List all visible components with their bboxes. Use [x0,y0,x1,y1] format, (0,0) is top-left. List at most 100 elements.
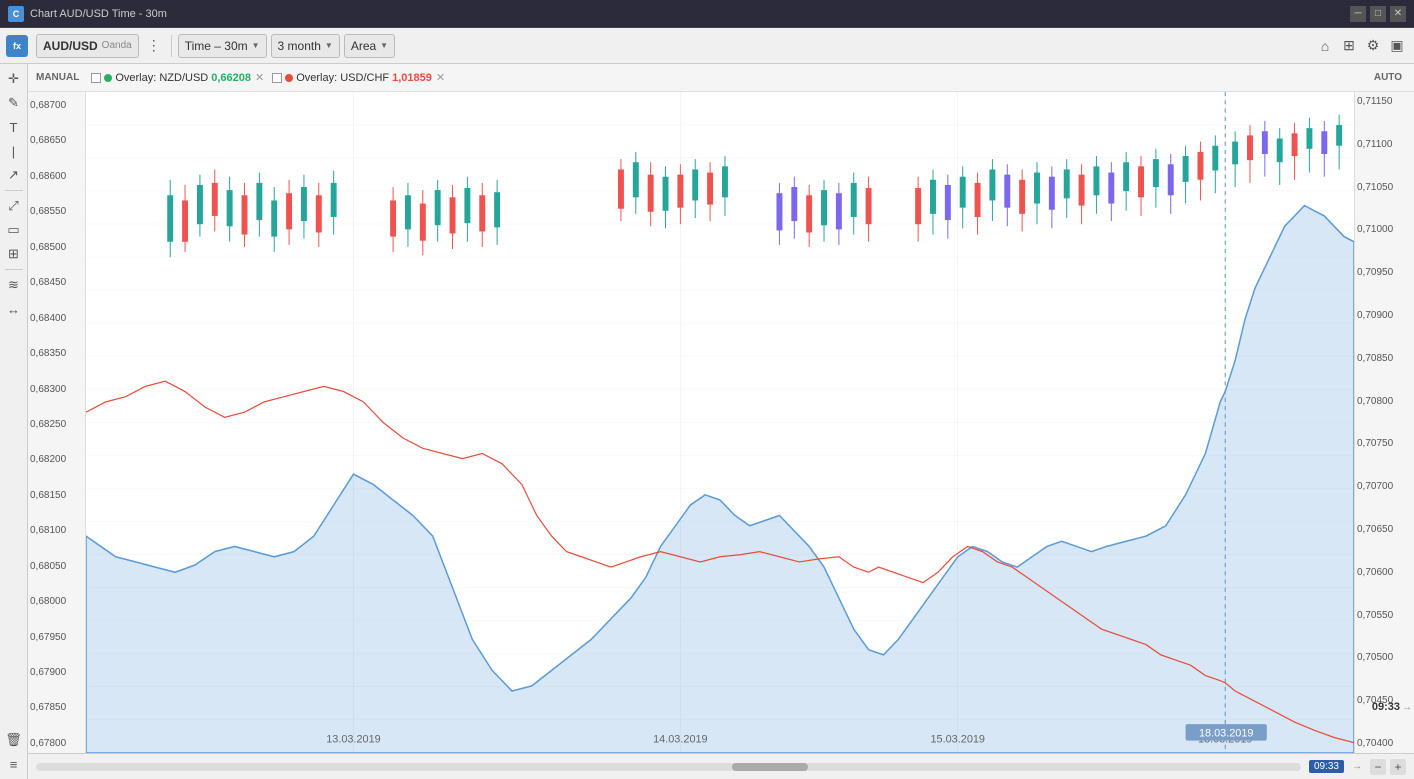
crosshair-arrow: → [1402,702,1412,713]
right-y-label: 0,70500 [1357,652,1412,663]
overlay-nzdusd[interactable]: Overlay: NZD/USD 0,66208 ✕ [91,71,264,84]
period-arrow: ▼ [325,41,333,50]
sidebar-separator-2 [5,269,23,270]
chart-svg: 13.03.2019 14.03.2019 15.03.2019 18.03.2… [86,92,1354,753]
fibonacci-tool[interactable]: ≋ [3,274,25,296]
window-controls: ─ □ ✕ [1350,6,1406,22]
y-label: 0,67950 [30,632,83,643]
pen-tool[interactable]: ✎ [3,92,25,114]
y-label: 0,68600 [30,171,83,182]
overlay-name-nzdusd: Overlay: NZD/USD [115,72,208,84]
y-label: 0,68650 [30,135,83,146]
right-y-label: 0,70600 [1357,567,1412,578]
overlay-value-nzdusd: 0,66208 [211,72,251,84]
timeframe-arrow: ▼ [252,41,260,50]
y-label: 0,67900 [30,667,83,678]
overlay-close-nzdusd[interactable]: ✕ [255,71,264,84]
y-label: 0,68100 [30,525,83,536]
x-label-highlighted: 18.03.2019 [1199,727,1254,739]
y-label: 0,68350 [30,348,83,359]
x-label-1: 13.03.2019 [326,733,381,745]
chart-area[interactable]: 13.03.2019 14.03.2019 15.03.2019 18.03.2… [86,92,1354,753]
y-label: 0,68500 [30,242,83,253]
toolbar-separator-1 [171,35,172,57]
period-dropdown[interactable]: 3 month ▼ [271,34,340,58]
chart-type-dropdown[interactable]: Area ▼ [344,34,395,58]
right-y-label: 0,71000 [1357,224,1412,235]
rectangle-tool[interactable]: ▭ [3,219,25,241]
sidebar-separator [5,190,23,191]
symbol-selector[interactable]: AUD/USD Oanda [36,34,139,58]
y-label: 0,68250 [30,419,83,430]
period-label: 3 month [278,39,321,53]
text-tool[interactable]: T [3,116,25,138]
settings-button[interactable]: ⚙ [1362,35,1384,57]
overlay-usdchf[interactable]: Overlay: USD/CHF 1,01859 ✕ [272,71,445,84]
overlay-name-usdchf: Overlay: USD/CHF [296,72,389,84]
overlay-checkbox-nzdusd[interactable] [91,73,101,83]
overlay-checkbox-usdchf[interactable] [272,73,282,83]
left-sidebar: ✛ ✎ T | ↗ ⤢ ▭ ⊞ ≋ ↔ 🗑 ≡ [0,64,28,779]
app-icon: C [8,6,24,22]
y-label: 0,68050 [30,561,83,572]
y-label: 0,67850 [30,702,83,713]
panel-button[interactable]: ▣ [1386,35,1408,57]
more-tools[interactable]: ≡ [3,753,25,775]
vertical-line-tool[interactable]: | [3,140,25,162]
current-time-display: 09:33 → [1372,701,1412,713]
right-y-label: 0,71150 [1357,96,1412,107]
overlay-dot-usdchf [285,74,293,82]
right-y-label: 0,70700 [1357,481,1412,492]
scroll-thumb[interactable] [732,763,808,771]
layout-button[interactable]: ⊞ [1338,35,1360,57]
zoom-in-button[interactable]: + [1390,759,1406,775]
symbol-text: AUD/USD [43,39,98,53]
overlay-close-usdchf[interactable]: ✕ [436,71,445,84]
x-label-2: 14.03.2019 [653,733,708,745]
maximize-button[interactable]: □ [1370,6,1386,22]
arrow-tool[interactable]: ↗ [3,164,25,186]
y-label: 0,68150 [30,490,83,501]
bottom-bar: 09:33 → − + [28,753,1414,779]
right-y-label: 0,70650 [1357,524,1412,535]
chart-type-arrow: ▼ [380,41,388,50]
timeframe-dropdown[interactable]: Time – 30m ▼ [178,34,267,58]
minimize-button[interactable]: ─ [1350,6,1366,22]
chart-type-label: Area [351,39,376,53]
right-y-axis: 0,71150 0,71100 0,71050 0,71000 0,70950 … [1354,92,1414,753]
y-label: 0,68000 [30,596,83,607]
right-y-label: 0,70950 [1357,267,1412,278]
broker-label: Oanda [102,40,132,51]
symbol-menu-button[interactable]: ⋮ [143,35,165,57]
overlay-value-usdchf: 1,01859 [392,72,432,84]
crosshair-time: 09:33 [1372,701,1400,713]
app-logo: fx [6,35,28,57]
home-button[interactable]: ⌂ [1314,35,1336,57]
measure-tool[interactable]: ↔ [3,298,25,320]
right-y-label: 0,70800 [1357,396,1412,407]
crosshair-tool[interactable]: ✛ [3,68,25,90]
timeframe-label: Time – 30m [185,39,248,53]
right-y-label: 0,70850 [1357,353,1412,364]
window-title: Chart AUD/USD Time - 30m [30,8,1350,20]
scroll-track[interactable] [36,763,1301,771]
y-label: 0,68400 [30,313,83,324]
right-y-label: 0,70550 [1357,610,1412,621]
auto-label: AUTO [1374,72,1402,83]
zoom-out-button[interactable]: − [1370,759,1386,775]
y-label: 0,68300 [30,384,83,395]
zoom-controls: − + [1370,759,1406,775]
grid-tool[interactable]: ⊞ [3,243,25,265]
main-area: ✛ ✎ T | ↗ ⤢ ▭ ⊞ ≋ ↔ 🗑 ≡ MANUAL Overlay: … [0,64,1414,779]
chart-container: MANUAL Overlay: NZD/USD 0,66208 ✕ Overla… [28,64,1414,779]
close-button[interactable]: ✕ [1390,6,1406,22]
expand-tool[interactable]: ⤢ [3,195,25,217]
y-label: 0,68550 [30,206,83,217]
right-y-label: 0,70750 [1357,438,1412,449]
bottom-arrow-icon: → [1352,761,1362,772]
right-y-label: 0,71050 [1357,182,1412,193]
chart-and-scale: 0,68700 0,68650 0,68600 0,68550 0,68500 … [28,92,1414,753]
delete-tool[interactable]: 🗑 [3,729,25,751]
right-y-label: 0,71100 [1357,139,1412,150]
left-y-axis: 0,68700 0,68650 0,68600 0,68550 0,68500 … [28,92,86,753]
